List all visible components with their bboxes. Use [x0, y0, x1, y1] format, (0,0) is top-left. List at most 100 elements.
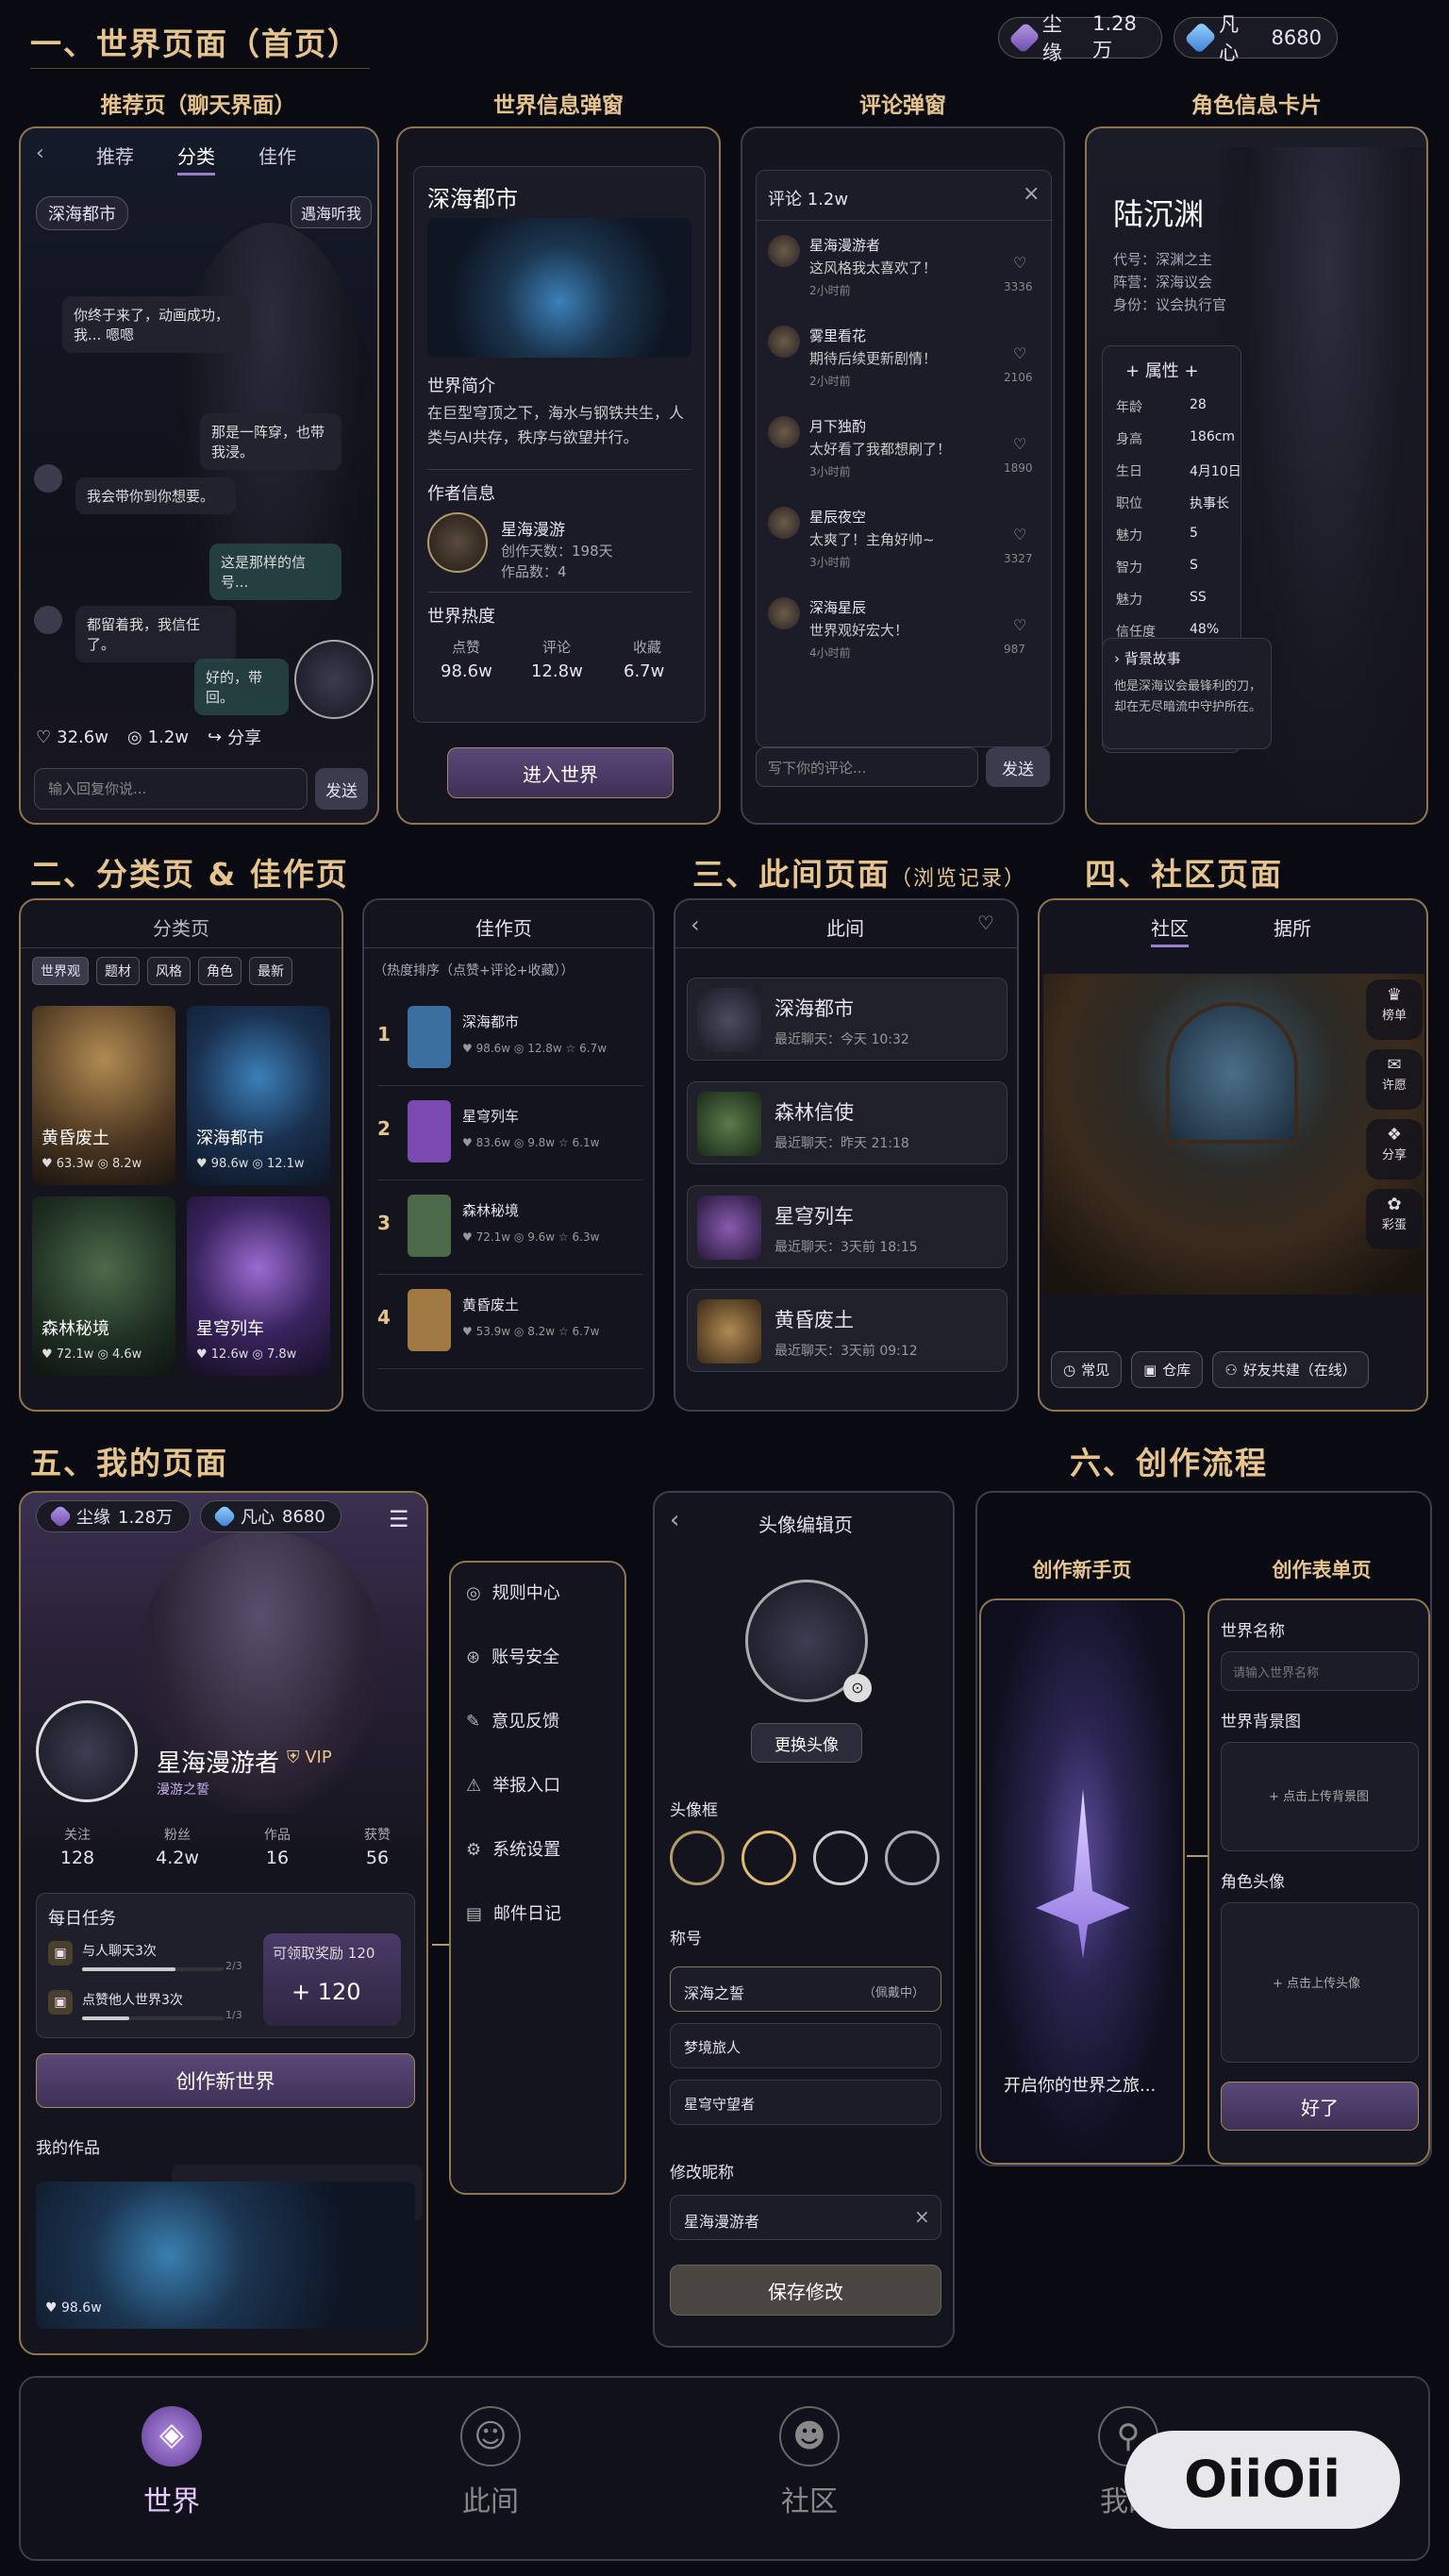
currency-badge-dust[interactable]: 尘缘 1.28万 — [36, 1500, 191, 1532]
community-action[interactable]: ◷ 常见 — [1051, 1351, 1123, 1388]
menu-item[interactable]: ▤ 邮件日记 — [466, 1900, 608, 1932]
avatar[interactable] — [768, 416, 800, 448]
history-item[interactable]: 黄昏废土 最近聊天：3天前 09:12 — [687, 1289, 1008, 1372]
heart-icon[interactable]: ♡ — [36, 728, 51, 747]
menu-item[interactable]: ◎ 规则中心 — [466, 1580, 608, 1612]
nav-label: 社区 — [781, 2485, 838, 2518]
create-chip[interactable]: 遇海听我 — [291, 196, 373, 228]
badge-option[interactable]: 梦境旅人 — [670, 2023, 941, 2068]
confirm-button[interactable]: 好了 — [1221, 2082, 1419, 2131]
currency-badge-heart[interactable]: 凡心 8680 — [1174, 13, 1338, 64]
back-icon[interactable]: ‹ — [36, 142, 44, 165]
rank-thumbnail[interactable] — [408, 1100, 451, 1163]
side-button-label: 彩蛋 — [1381, 1218, 1407, 1232]
menu-item[interactable]: ⚠ 举报入口 — [466, 1772, 608, 1804]
nickname-input[interactable]: 星海漫游者 × — [670, 2195, 941, 2240]
create-world-button[interactable]: 创作新世界 — [36, 2053, 415, 2108]
community-action[interactable]: ▣ 仓库 — [1131, 1351, 1204, 1388]
history-item[interactable]: 星穹列车 最近聊天：3天前 18:15 — [687, 1185, 1008, 1268]
avatar[interactable] — [768, 597, 800, 629]
tab-community[interactable]: 社区 — [1151, 913, 1189, 947]
attr-label: 魅力 — [1116, 528, 1142, 544]
back-icon[interactable]: ‹ — [691, 912, 700, 938]
filter-icon[interactable]: ♡ — [977, 912, 994, 934]
camera-icon[interactable]: ⊙ — [843, 1674, 872, 1702]
rank-thumbnail[interactable] — [408, 1195, 451, 1257]
stat-value: 4.2w — [156, 1848, 199, 1868]
avatar[interactable] — [768, 326, 800, 358]
frame-option[interactable] — [813, 1831, 868, 1885]
enter-world-button[interactable]: 进入世界 — [447, 747, 674, 798]
reward-box[interactable]: 可领取奖励 120 + 120 — [263, 1933, 401, 2026]
frame-option[interactable] — [670, 1831, 724, 1885]
tab-recommend[interactable]: 推荐 — [96, 142, 134, 176]
bg-upload-box[interactable]: + 点击上传背景图 — [1221, 1742, 1419, 1851]
world-name-input[interactable]: 请输入世界名称 — [1221, 1651, 1419, 1691]
clear-icon[interactable]: × — [914, 2205, 930, 2228]
rank-number: 2 — [377, 1117, 391, 1140]
comment-send-button[interactable]: 发送 — [986, 747, 1050, 787]
side-button-egg[interactable]: ✿ 彩蛋 — [1366, 1189, 1423, 1249]
send-button[interactable]: 发送 — [315, 768, 368, 810]
heart-icon[interactable]: ♡ — [1013, 616, 1026, 634]
currency-badge-dust[interactable]: 尘缘 1.28万 — [998, 12, 1162, 64]
field-label: 角色头像 — [1221, 1873, 1285, 1892]
nav-item-chat[interactable]: ☺ 此间 — [434, 2406, 547, 2519]
filter-chip[interactable]: 角色 — [198, 957, 242, 985]
filter-chip[interactable]: 最新 — [249, 957, 292, 985]
category-card[interactable]: 星穹列车 ♥ 12.6w ◎ 7.8w — [187, 1196, 330, 1376]
menu-item-label: 举报入口 — [492, 1776, 561, 1796]
currency-badge-heart[interactable]: 凡心 8680 — [200, 1500, 341, 1532]
world-chip[interactable]: 深海都市 — [36, 196, 128, 230]
filter-chip[interactable]: 题材 — [96, 957, 140, 985]
avatar-upload-box[interactable]: + 点击上传头像 — [1221, 1902, 1419, 2063]
badge-option[interactable]: 星穹守望者 — [670, 2080, 941, 2125]
category-card[interactable]: 森林秘境 ♥ 72.1w ◎ 4.6w — [32, 1196, 175, 1376]
heart-icon[interactable]: ♡ — [1013, 344, 1026, 362]
side-button-trophy[interactable]: ♛ 榜单 — [1366, 979, 1423, 1040]
badge-option-active[interactable]: 深海之誓 （佩戴中） — [670, 1966, 941, 2012]
profile-avatar[interactable] — [36, 1700, 138, 1802]
history-item[interactable]: 森林信使 最近聊天：昨天 21:18 — [687, 1081, 1008, 1164]
tab-place[interactable]: 据所 — [1274, 913, 1311, 941]
category-card[interactable]: 深海都市 ♥ 98.6w ◎ 12.1w — [187, 1006, 330, 1185]
menu-item[interactable]: ⚙ 系统设置 — [466, 1836, 608, 1868]
comment-icon[interactable]: ◎ — [127, 728, 142, 747]
share-label[interactable]: 分享 — [227, 725, 261, 749]
world-icon: ◈ — [142, 2406, 202, 2467]
menu-icon[interactable]: ☰ — [389, 1506, 409, 1532]
rank-thumbnail[interactable] — [408, 1006, 451, 1068]
heart-icon[interactable]: ♡ — [1013, 526, 1026, 544]
save-button[interactable]: 保存修改 — [670, 2265, 941, 2316]
character-avatar[interactable] — [294, 640, 374, 719]
label-recommend: 推荐页（聊天界面） — [100, 93, 296, 118]
nav-item-world[interactable]: ◈ 世界 — [115, 2406, 228, 2519]
chat-input[interactable]: 输入回复你说... — [34, 768, 308, 810]
frame-option[interactable] — [885, 1831, 940, 1885]
category-card[interactable]: 黄昏废土 ♥ 63.3w ◎ 8.2w — [32, 1006, 175, 1185]
avatar[interactable] — [768, 507, 800, 539]
rank-thumbnail[interactable] — [408, 1289, 451, 1351]
history-item[interactable]: 深海都市 最近聊天：今天 10:32 — [687, 978, 1008, 1061]
nav-item-community[interactable]: ☻ 社区 — [753, 2406, 866, 2519]
side-button-share[interactable]: ❖ 分享 — [1366, 1119, 1423, 1179]
filter-chip[interactable]: 风格 — [147, 957, 191, 985]
avatar[interactable] — [768, 235, 800, 267]
menu-item[interactable]: ⊛ 账号安全 — [466, 1644, 608, 1676]
tab-featured[interactable]: 佳作 — [258, 142, 296, 176]
work-cover[interactable]: ♥ 98.6w — [36, 2182, 415, 2329]
close-icon[interactable]: × — [1023, 182, 1040, 206]
filter-chip[interactable]: 世界观 — [32, 957, 89, 985]
author-avatar[interactable] — [427, 512, 488, 573]
heart-icon[interactable]: ♡ — [1013, 435, 1026, 453]
community-action[interactable]: ⚇ 好友共建（在线） — [1212, 1351, 1369, 1388]
tab-category[interactable]: 分类 — [177, 142, 215, 176]
frame-option[interactable] — [741, 1831, 796, 1885]
back-icon[interactable]: ‹ — [670, 1506, 679, 1534]
comment-input[interactable]: 写下你的评论... — [756, 747, 978, 787]
heart-icon[interactable]: ♡ — [1013, 254, 1026, 272]
menu-item[interactable]: ✎ 意见反馈 — [466, 1708, 608, 1740]
share-icon[interactable]: ↪ — [208, 728, 222, 747]
change-avatar-button[interactable]: 更换头像 — [751, 1723, 862, 1763]
side-button-gift[interactable]: ✉ 许愿 — [1366, 1049, 1423, 1110]
